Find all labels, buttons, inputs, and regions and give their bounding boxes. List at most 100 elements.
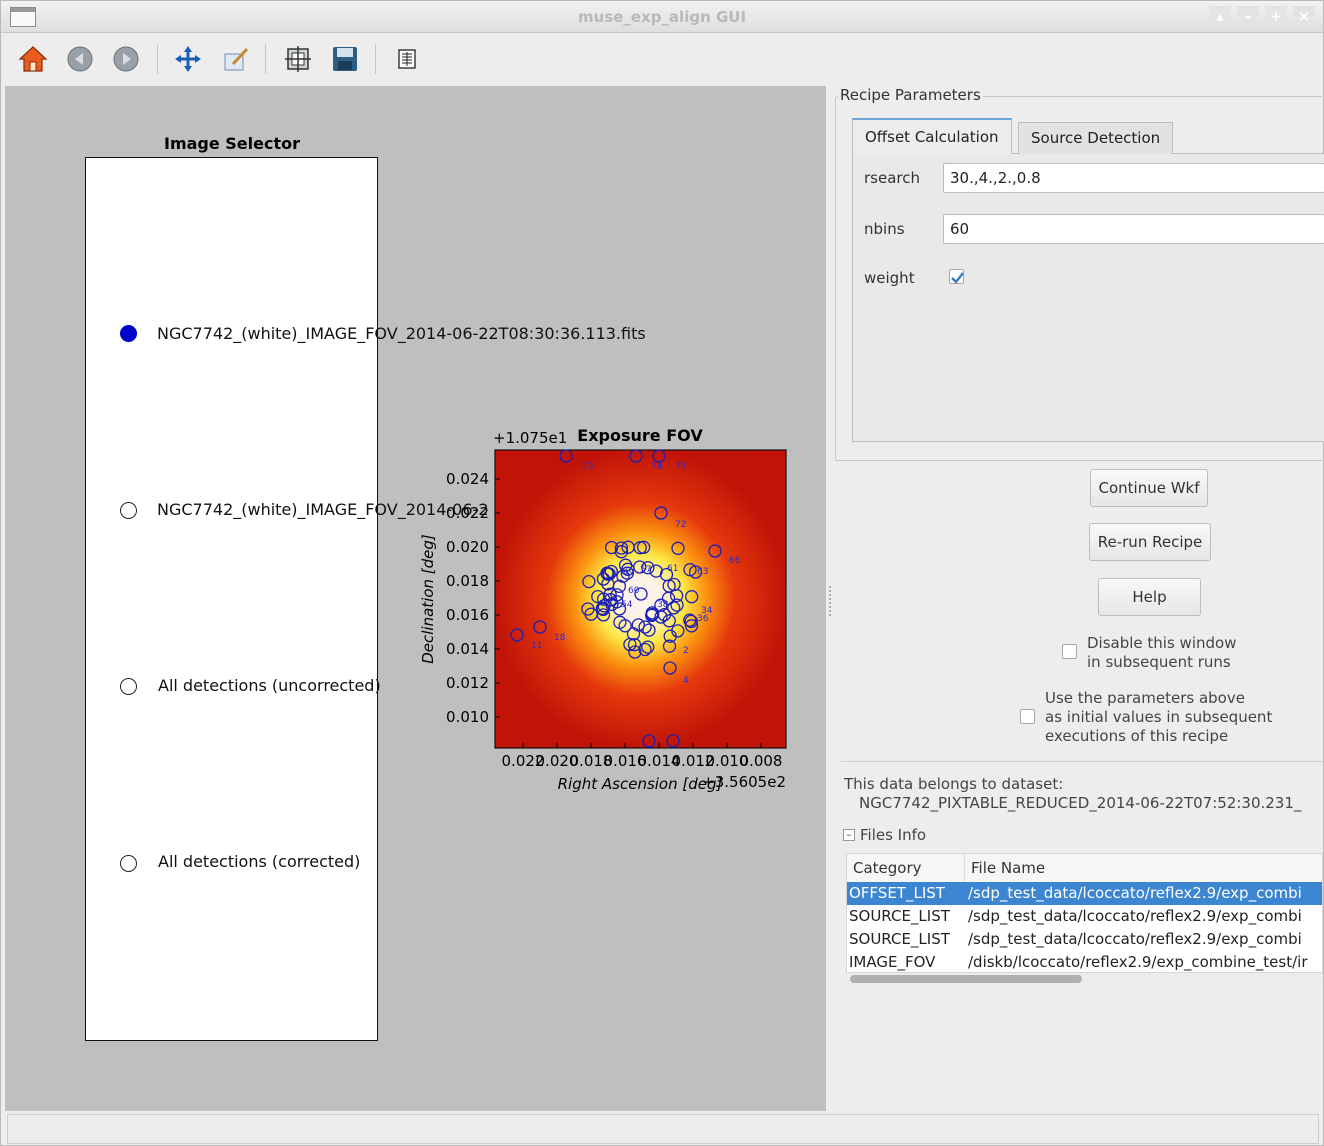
- divider: [841, 761, 1323, 762]
- use-params-label: Use the parameters above as initial valu…: [1045, 689, 1272, 746]
- files-info-toggle[interactable]: Files Info: [860, 826, 926, 845]
- table-row[interactable]: SOURCE_LIST /sdp_test_data/lcoccato/refl…: [847, 905, 1322, 928]
- collapse-icon[interactable]: –: [843, 829, 855, 841]
- window-title: muse_exp_align GUI: [577, 8, 747, 26]
- rsearch-input[interactable]: 30.,4.,2.,0.8: [943, 163, 1324, 193]
- source-label: 63: [697, 567, 708, 577]
- dataset-label: This data belongs to dataset:: [844, 775, 1064, 793]
- row-file: /diskb/lcoccato/reflex2.9/exp_combine_te…: [968, 953, 1308, 971]
- horizontal-scrollbar[interactable]: [846, 973, 1323, 985]
- dataset-name: NGC7742_PIXTABLE_REDUCED_2014-06-22T07:5…: [859, 794, 1302, 812]
- source-label: 11: [531, 641, 542, 651]
- zoom-edit-icon[interactable]: [219, 42, 253, 76]
- source-label: 60: [628, 586, 640, 596]
- table-row[interactable]: IMAGE_FOV /diskb/lcoccato/reflex2.9/exp_…: [847, 951, 1322, 972]
- row-category: OFFSET_LIST: [849, 884, 945, 902]
- y-tick-label: 0.016: [446, 606, 489, 624]
- source-label: 72: [675, 520, 686, 530]
- nbins-input[interactable]: 60: [943, 214, 1324, 244]
- column-header-file-name[interactable]: File Name: [965, 854, 1322, 882]
- exposure-fov-plot[interactable]: 73 74 75726611183849 57 61 636054363424 Expos…: [411, 421, 801, 801]
- table-row[interactable]: SOURCE_LIST /sdp_test_data/lcoccato/refl…: [847, 928, 1322, 951]
- y-tick-label: 0.010: [446, 708, 489, 726]
- radio-option-3[interactable]: [120, 678, 137, 695]
- row-file: /sdp_test_data/lcoccato/reflex2.9/exp_co…: [968, 930, 1302, 948]
- plot-title: Exposure FOV: [577, 426, 703, 445]
- source-label: 54: [621, 600, 633, 610]
- source-label: 75: [675, 462, 686, 472]
- status-bar: [7, 1114, 1319, 1144]
- use-params-line-2: as initial values in subsequent: [1045, 708, 1273, 726]
- checkmark-icon: [951, 272, 964, 284]
- minimize-icon[interactable]: –: [1237, 6, 1259, 28]
- continue-wkf-button[interactable]: Continue Wkf: [1090, 469, 1208, 507]
- use-params-line-1: Use the parameters above: [1045, 689, 1245, 707]
- radio-option-1[interactable]: [120, 325, 137, 342]
- title-bar[interactable]: muse_exp_align GUI ▴ – + ×: [1, 1, 1323, 33]
- source-label: 61: [667, 564, 678, 574]
- source-label: 2: [683, 646, 689, 656]
- use-params-checkbox[interactable]: [1020, 709, 1035, 724]
- scrollbar-thumb[interactable]: [850, 975, 1082, 983]
- radio-option-2[interactable]: [120, 502, 137, 519]
- y-tick-label: 0.012: [446, 674, 489, 692]
- toolbar: [1, 34, 1323, 86]
- disable-window-checkbox[interactable]: [1062, 644, 1077, 659]
- source-label: 66: [729, 556, 741, 566]
- param-label-nbins: nbins: [864, 220, 905, 238]
- source-label: 34: [701, 606, 713, 616]
- pan-icon[interactable]: [171, 42, 205, 76]
- y-axis-label: Declination [deg]: [419, 534, 437, 664]
- row-file: /sdp_test_data/lcoccato/reflex2.9/exp_co…: [968, 884, 1302, 902]
- rerun-recipe-button[interactable]: Re-run Recipe: [1089, 523, 1211, 561]
- disable-window-line-1: Disable this window: [1087, 634, 1237, 652]
- recipe-parameters-label: Recipe Parameters: [838, 86, 983, 104]
- image-selector-panel: [85, 157, 378, 1041]
- x-axis-label: Right Ascension [deg]: [558, 775, 723, 793]
- data-icon[interactable]: [390, 42, 424, 76]
- files-table: Category File Name OFFSET_LIST /sdp_test…: [846, 853, 1323, 973]
- back-icon[interactable]: [63, 42, 97, 76]
- source-label: 38: [657, 600, 669, 610]
- save-icon[interactable]: [328, 42, 362, 76]
- row-category: SOURCE_LIST: [849, 907, 950, 925]
- maximize-icon[interactable]: +: [1265, 6, 1287, 28]
- home-icon[interactable]: [16, 42, 50, 76]
- y-offset-label: +1.075e1: [493, 429, 567, 447]
- y-tick-label: 0.024: [446, 470, 489, 488]
- radio-label-4[interactable]: All detections (corrected): [158, 852, 360, 871]
- use-params-line-3: executions of this recipe: [1045, 727, 1229, 745]
- configure-subplots-icon[interactable]: [281, 42, 315, 76]
- source-label: 4: [683, 676, 689, 686]
- source-label: 18: [554, 633, 566, 643]
- image-selector-title: Image Selector: [163, 134, 301, 153]
- shade-icon[interactable]: ▴: [1209, 6, 1231, 28]
- disable-window-line-2: in subsequent runs: [1087, 653, 1231, 671]
- param-label-rsearch: rsearch: [864, 169, 920, 187]
- y-tick-label: 0.018: [446, 572, 489, 590]
- help-button[interactable]: Help: [1098, 578, 1201, 616]
- source-label: 57: [640, 565, 651, 575]
- y-tick-label: 0.022: [446, 504, 489, 522]
- source-label: 49: [623, 568, 635, 578]
- row-category: IMAGE_FOV: [849, 953, 936, 971]
- tab-pane: [852, 153, 1324, 442]
- radio-label-1[interactable]: NGC7742_(white)_IMAGE_FOV_2014-06-22T08:…: [157, 324, 646, 343]
- radio-label-3[interactable]: All detections (uncorrected): [158, 676, 381, 695]
- tab-offset-calculation[interactable]: Offset Calculation: [852, 118, 1012, 154]
- app-window: muse_exp_align GUI ▴ – + × Image Selecto…: [0, 0, 1324, 1146]
- x-tick-label: 0.008: [740, 752, 783, 770]
- weight-checkbox[interactable]: [949, 269, 964, 284]
- close-icon[interactable]: ×: [1293, 6, 1315, 28]
- forward-icon[interactable]: [109, 42, 143, 76]
- radio-option-4[interactable]: [120, 855, 137, 872]
- tab-source-detection[interactable]: Source Detection: [1018, 122, 1174, 154]
- column-header-category[interactable]: Category: [847, 854, 965, 882]
- splitter-handle[interactable]: [829, 586, 832, 616]
- source-label: 74: [651, 462, 663, 472]
- y-tick-label: 0.020: [446, 538, 489, 556]
- param-label-weight: weight: [864, 269, 915, 287]
- row-file: /sdp_test_data/lcoccato/reflex2.9/exp_co…: [968, 907, 1302, 925]
- source-label: 73: [582, 462, 593, 472]
- table-row[interactable]: OFFSET_LIST /sdp_test_data/lcoccato/refl…: [847, 882, 1322, 905]
